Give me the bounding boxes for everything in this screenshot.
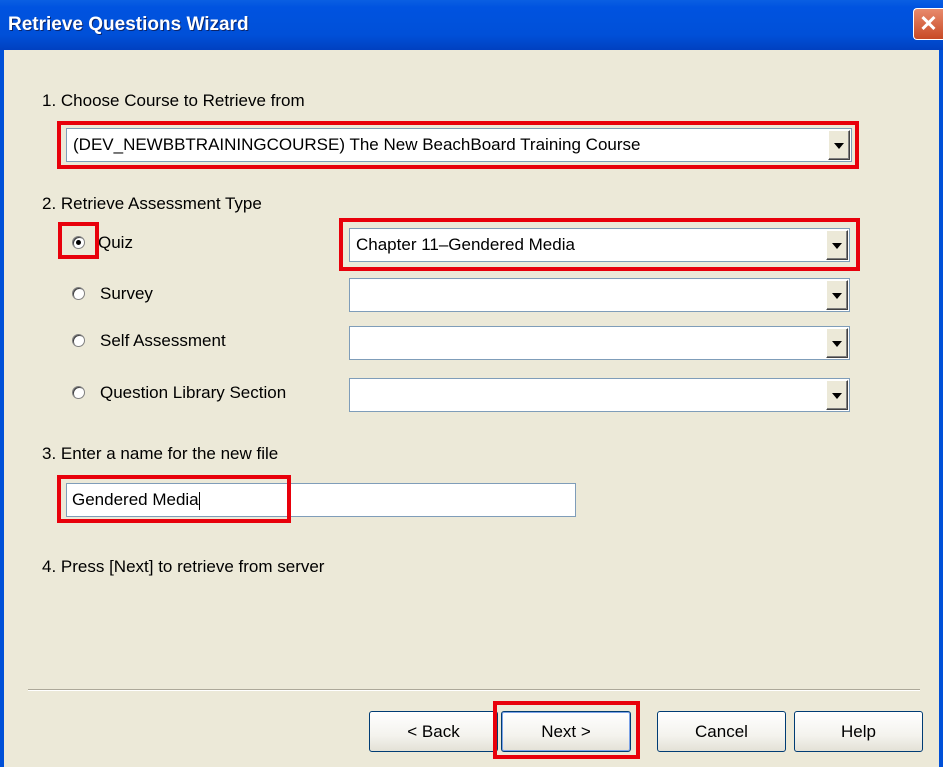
title-bar: Retrieve Questions Wizard ✕ (0, 0, 943, 50)
chevron-down-icon[interactable] (826, 328, 848, 358)
text-caret (198, 491, 200, 510)
course-dropdown-value: (DEV_NEWBBTRAININGCOURSE) The New BeachB… (73, 135, 641, 154)
help-button[interactable]: Help (794, 711, 923, 752)
question-library-dropdown[interactable] (349, 378, 850, 412)
chevron-down-icon[interactable] (828, 130, 850, 160)
survey-radio[interactable] (72, 287, 85, 300)
window-frame-right (939, 50, 943, 767)
self-assessment-dropdown[interactable] (349, 326, 850, 360)
step4-label: 4. Press [Next] to retrieve from server (42, 557, 325, 576)
survey-label: Survey (100, 284, 153, 303)
quiz-radio[interactable] (72, 236, 85, 249)
step3-label: 3. Enter a name for the new file (42, 444, 279, 463)
quiz-dropdown[interactable]: Chapter 11–Gendered Media (349, 228, 850, 262)
step2-label: 2. Retrieve Assessment Type (42, 194, 262, 213)
chevron-down-icon[interactable] (826, 380, 848, 410)
close-icon: ✕ (919, 11, 938, 36)
quiz-dropdown-value: Chapter 11–Gendered Media (356, 235, 575, 254)
survey-dropdown[interactable] (349, 278, 850, 312)
step1-label: 1. Choose Course to Retrieve from (42, 91, 305, 110)
next-button[interactable]: Next > (501, 711, 631, 752)
chevron-down-icon[interactable] (826, 230, 848, 260)
button-separator (28, 689, 920, 691)
window-frame-left (0, 50, 4, 767)
question-library-radio[interactable] (72, 386, 85, 399)
course-dropdown[interactable]: (DEV_NEWBBTRAININGCOURSE) The New BeachB… (66, 128, 852, 162)
back-button[interactable]: < Back (369, 711, 498, 752)
self-assessment-label: Self Assessment (100, 331, 226, 350)
close-button[interactable]: ✕ (913, 8, 943, 40)
window-title: Retrieve Questions Wizard (8, 14, 249, 35)
quiz-label: Quiz (98, 233, 133, 252)
chevron-down-icon[interactable] (826, 280, 848, 310)
filename-input[interactable]: Gendered Media (66, 483, 576, 517)
filename-input-value: Gendered Media (72, 490, 199, 509)
question-library-label: Question Library Section (100, 383, 287, 402)
cancel-button[interactable]: Cancel (657, 711, 786, 752)
self-assessment-radio[interactable] (72, 334, 85, 347)
